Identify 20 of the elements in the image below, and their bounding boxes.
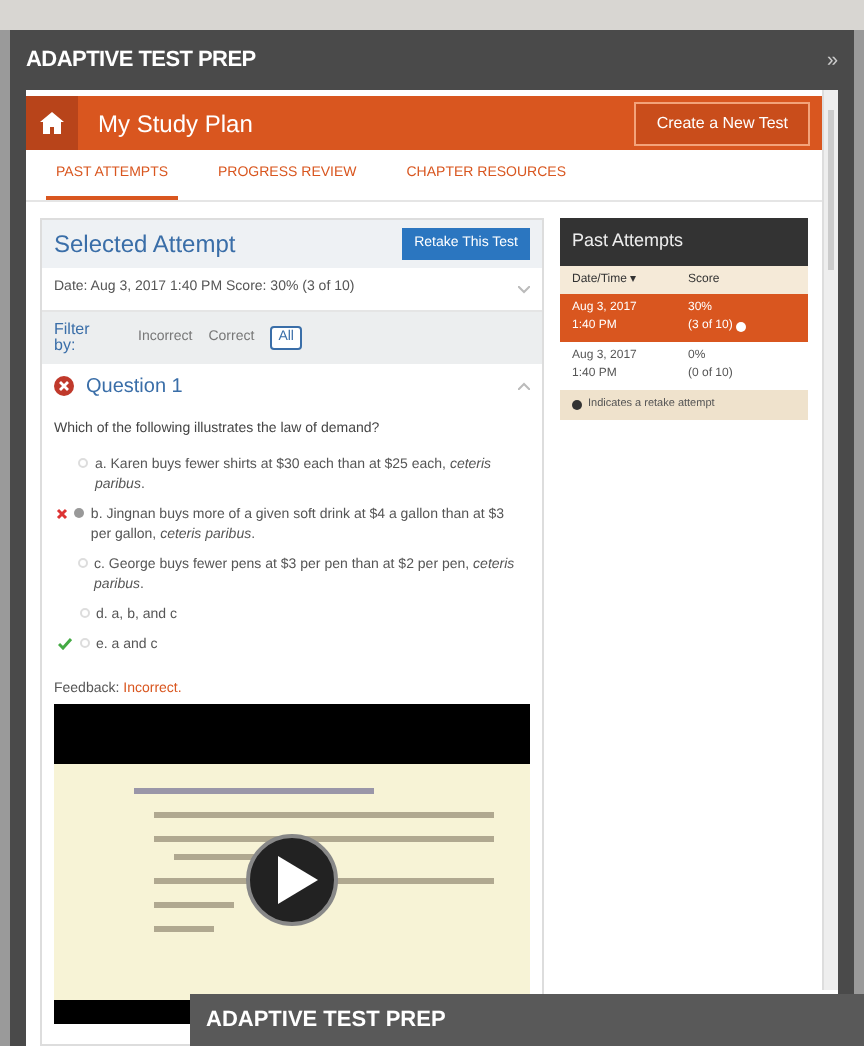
radio-button[interactable] xyxy=(78,557,89,567)
radio-button[interactable] xyxy=(78,457,89,467)
home-icon xyxy=(40,112,64,134)
scrollbar[interactable] xyxy=(822,90,838,990)
card-title: Selected Attempt xyxy=(54,228,236,262)
window-title: ADAPTIVE TEST PREP xyxy=(206,1005,446,1036)
chevron-down-icon xyxy=(518,285,530,293)
radio-button[interactable] xyxy=(80,607,90,617)
collapse-button[interactable]: » xyxy=(826,45,838,75)
chevron-up-icon[interactable] xyxy=(518,382,530,390)
create-test-button[interactable]: Create a New Test xyxy=(634,101,810,145)
card-title: Past Attempts xyxy=(560,218,808,266)
home-button[interactable] xyxy=(26,96,78,150)
question-title: Question 1 xyxy=(86,373,183,401)
radio-button[interactable] xyxy=(74,507,85,517)
page-title: My Study Plan xyxy=(98,107,253,141)
filter-label: Filter by: xyxy=(54,322,92,354)
retake-icon xyxy=(572,400,582,410)
radio-button[interactable] xyxy=(80,637,90,647)
window-title: ADAPTIVE TEST PREP xyxy=(26,45,256,76)
